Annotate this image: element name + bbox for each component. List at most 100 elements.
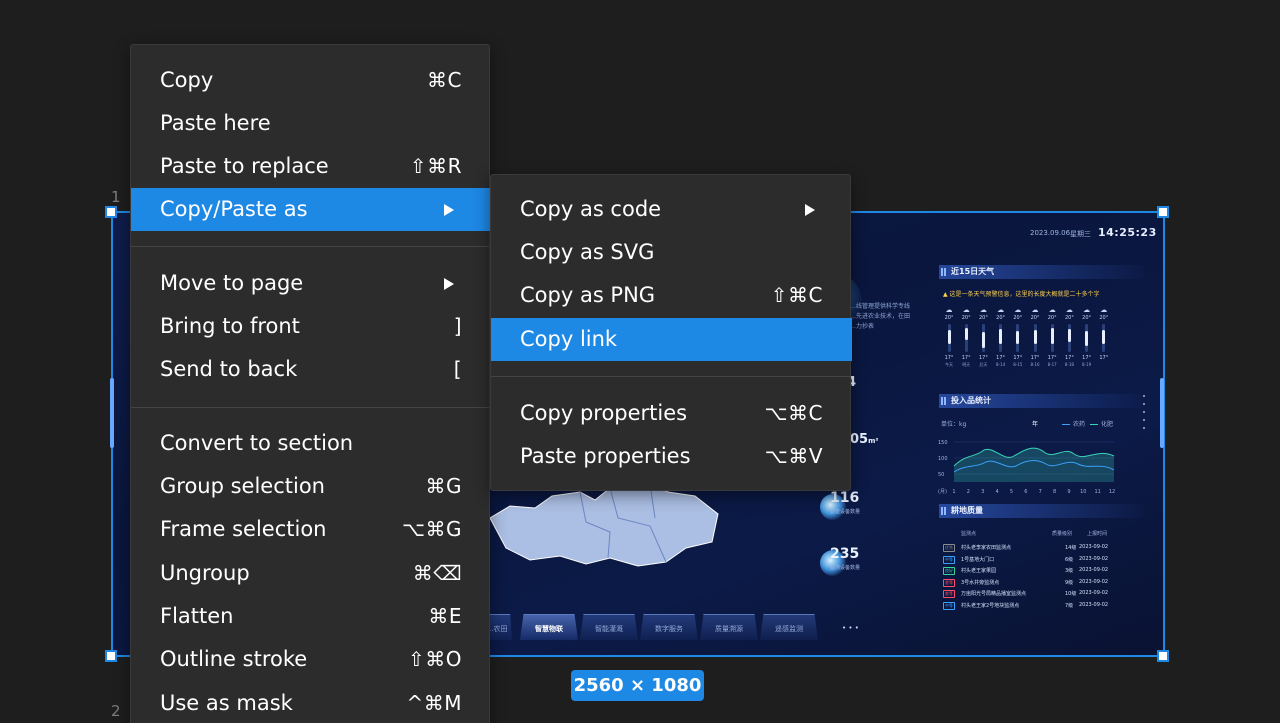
menu-item-paste-here[interactable]: Paste here	[131, 102, 491, 145]
report-date: 2023-09-02	[1079, 602, 1109, 608]
quality-tag: 差等	[943, 578, 955, 587]
table-row[interactable]: 中等 1号基地大门口 6级 2023-09-02	[943, 554, 1113, 566]
cloud-rain-icon: ☁	[1083, 306, 1091, 314]
weather-low: 17°	[1013, 355, 1023, 361]
cloud-rain-icon: ☁	[1014, 306, 1022, 314]
region-map	[490, 483, 719, 567]
menu-item-shortcut: [	[453, 357, 462, 381]
chart-y-tick: 100	[938, 456, 948, 462]
chart-x-tick: 6	[1024, 489, 1027, 495]
resize-handle-bottom-right[interactable]	[1157, 650, 1169, 662]
submenu-item-copy-as-code[interactable]: Copy as code	[491, 188, 852, 231]
menu-item-shortcut: ⌘E	[428, 604, 462, 628]
menu-item-label: Frame selection	[160, 517, 327, 541]
report-date: 2023-09-02	[1079, 578, 1109, 585]
menu-item-bring-to-front[interactable]: Bring to front ]	[131, 305, 491, 348]
weather-high: 20°	[978, 315, 988, 321]
dashboard-date: 2023.09.06	[1030, 229, 1071, 237]
dashboard-tab[interactable]: 质量溯源	[700, 614, 758, 640]
submenu-item-paste-properties[interactable]: Paste properties ⌥⌘V	[491, 435, 852, 478]
table-header-site: 监测点	[961, 531, 977, 537]
menu-item-label: Copy as code	[520, 197, 662, 221]
submenu-arrow-icon	[444, 204, 454, 216]
resize-handle-right[interactable]	[1160, 378, 1164, 448]
resize-handle-bottom-left[interactable]	[105, 650, 117, 662]
dashboard-tab[interactable]: 数字服务	[640, 614, 698, 640]
menu-separator	[131, 246, 491, 247]
weather-high: 20°	[1082, 315, 1092, 321]
cloud-rain-icon: ☁	[1100, 306, 1108, 314]
quality-level: 10级	[1065, 591, 1077, 598]
weather-day: ☁ 20° 17° 明天	[958, 306, 974, 368]
resize-handle-top-right[interactable]	[1157, 206, 1169, 218]
design-canvas[interactable]: 1 2023.09.06 星期三 14:25:23 …线管理提供科学专线 …先进…	[0, 0, 1280, 723]
dashboard-tab[interactable]: 智能灌溉	[580, 614, 638, 640]
quality-tag: 中等	[943, 602, 955, 610]
menu-item-label: Copy link	[520, 327, 618, 351]
dashboard-tab-active[interactable]: 智慧物联	[520, 614, 578, 640]
table-row[interactable]: 中等 村头老王家2号地块监测点 7级 2023-09-02	[943, 600, 1113, 612]
menu-item-label: Move to page	[160, 271, 304, 295]
report-date: 2023-09-02	[1079, 590, 1109, 597]
menu-item-convert-to-section[interactable]: Convert to section	[131, 422, 491, 465]
menu-item-shortcut: ⌘G	[425, 474, 462, 498]
weather-forecast: ☁ 20° 17° 今天 ☁ 20° 17° 明天 ☁ 20° 17° 后天 ☁ 20° 17° 8-14 ☁ 2…	[941, 306, 1113, 384]
weather-date: 8-19	[1082, 362, 1092, 367]
menu-item-copy-paste-as[interactable]: Copy/Paste as	[131, 188, 491, 231]
cloud-rain-icon: ☁	[997, 306, 1005, 314]
menu-item-shortcut: ^⌘M	[406, 691, 462, 715]
menu-item-outline-stroke[interactable]: Outline stroke ⇧⌘O	[131, 638, 491, 681]
temperature-bar	[1033, 324, 1037, 352]
more-dots[interactable]: • • •	[842, 624, 859, 632]
quality-level: 9级	[1065, 579, 1074, 586]
weather-day: ☁ 20° 17° 8-15	[1010, 306, 1026, 367]
weather-high: 20°	[1064, 315, 1074, 321]
temperature-bar	[1016, 324, 1020, 352]
weather-day: ☁ 20° 17° 8-18	[1061, 306, 1077, 367]
chart-x-tick: 12	[1109, 489, 1115, 495]
submenu-item-copy-link[interactable]: Copy link	[491, 318, 852, 361]
menu-item-frame-selection[interactable]: Frame selection ⌥⌘G	[131, 508, 491, 551]
menu-item-paste-to-replace[interactable]: Paste to replace ⇧⌘R	[131, 145, 491, 188]
weather-high: 20°	[944, 315, 954, 321]
submenu-item-copy-as-png[interactable]: Copy as PNG ⇧⌘C	[491, 274, 852, 317]
site-name: 村头老王家果园	[961, 568, 997, 575]
frame-index-label: 2	[111, 702, 121, 720]
menu-item-send-to-back[interactable]: Send to back [	[131, 348, 491, 391]
submenu-item-copy-as-svg[interactable]: Copy as SVG	[491, 231, 852, 274]
quality-level: 7级	[1065, 603, 1074, 609]
input-line-chart: 150 100 50 (月) 1 2 3 4 5 6 7 8 9 10 11 12	[938, 440, 1115, 495]
menu-item-copy[interactable]: Copy ⌘C	[131, 59, 491, 102]
table-row[interactable]: 差等 万亩阳光号局精品播室监测点 10级 2023-09-02	[943, 588, 1113, 600]
cloud-rain-icon: ☁	[1065, 306, 1073, 314]
stat-smart-devices: 116	[830, 490, 860, 506]
menu-item-ungroup[interactable]: Ungroup ⌘⌫	[131, 552, 491, 595]
menu-item-label: Flatten	[160, 604, 234, 628]
weather-low: 17°	[1082, 355, 1092, 361]
quality-tag: 中等	[943, 555, 955, 564]
menu-item-use-as-mask[interactable]: Use as mask ^⌘M	[131, 682, 491, 723]
menu-item-label: Copy as PNG	[520, 283, 656, 307]
stat-monitor-devices-label: 监测设备数量	[830, 565, 861, 571]
resize-handle-top-left[interactable]	[105, 206, 117, 218]
chart-x-tick: 2	[967, 489, 970, 495]
dashboard-weekday: 星期三	[1070, 230, 1091, 238]
menu-item-group-selection[interactable]: Group selection ⌘G	[131, 465, 491, 508]
menu-item-move-to-page[interactable]: Move to page	[131, 262, 491, 305]
dashboard-tab[interactable]: 遥感监测	[760, 614, 818, 640]
cloud-rain-icon: ☁	[979, 306, 987, 314]
site-name: 1号基地大门口	[961, 556, 995, 563]
weather-low: 17°	[944, 355, 954, 361]
quality-level: 3级	[1065, 568, 1074, 575]
table-row[interactable]: 优秀 村头老李家农田监测点 14级 2023-09-02	[943, 542, 1113, 554]
year-toggle[interactable]: 年	[1032, 419, 1038, 428]
weather-date: 8-18	[1064, 362, 1074, 367]
table-row[interactable]: 差等 3号水井旁监测点 9级 2023-09-02	[943, 577, 1113, 589]
table-row[interactable]: 良好 村头老王家果园 3级 2023-09-02	[943, 565, 1113, 577]
submenu-item-copy-properties[interactable]: Copy properties ⌥⌘C	[491, 392, 852, 435]
chart-x-tick: 9	[1067, 489, 1070, 495]
menu-item-flatten[interactable]: Flatten ⌘E	[131, 595, 491, 638]
menu-item-label: Paste to replace	[160, 154, 329, 178]
legend-fertilizer: 化肥	[1090, 419, 1113, 428]
resize-handle-left[interactable]	[110, 378, 114, 448]
